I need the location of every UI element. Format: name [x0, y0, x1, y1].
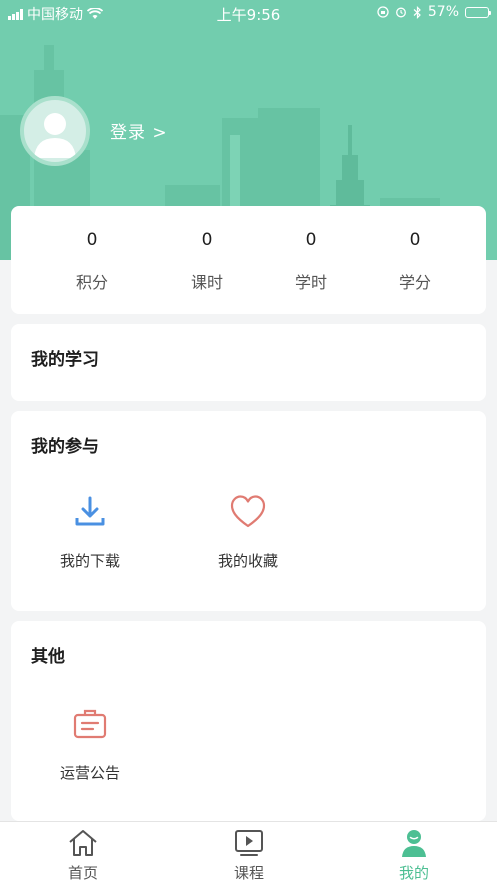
- stat-label: 学时: [294, 273, 327, 292]
- section-title-my-participation: 我的参与: [31, 437, 99, 457]
- stat-value: 0: [86, 230, 98, 250]
- bottom-tab-bar: 首页 课程 我的: [0, 821, 497, 883]
- stats-card: 0 积分 0 课时 0 学时 0 学分: [11, 206, 486, 314]
- avatar[interactable]: [20, 96, 90, 166]
- tab-courses[interactable]: 课程: [166, 822, 332, 883]
- my-downloads-button[interactable]: 我的下载: [30, 494, 150, 574]
- tile-label: 运营公告: [59, 764, 120, 782]
- tab-label: 课程: [233, 864, 264, 882]
- announcement-icon: [73, 709, 107, 739]
- battery-icon: [465, 6, 491, 18]
- orientation-lock-icon: [377, 6, 389, 18]
- stat-value: 0: [409, 230, 421, 250]
- my-favorites-button[interactable]: 我的收藏: [188, 494, 308, 574]
- my-study-card[interactable]: 我的学习: [11, 324, 486, 401]
- stat-label: 积分: [75, 273, 108, 292]
- section-title-other: 其他: [31, 647, 65, 667]
- stat-label: 学分: [398, 273, 431, 292]
- heart-icon: [230, 495, 266, 528]
- other-card: 其他 运营公告: [11, 621, 486, 821]
- tab-label: 首页: [67, 864, 98, 882]
- home-icon: [69, 830, 97, 856]
- alarm-icon: [395, 7, 406, 18]
- download-icon: [75, 496, 105, 526]
- login-link[interactable]: 登录 >: [110, 118, 168, 143]
- bluetooth-icon: [413, 5, 421, 19]
- tile-label: 我的下载: [59, 552, 120, 570]
- stat-value: 0: [305, 230, 317, 250]
- profile-icon: [402, 830, 426, 857]
- course-video-icon: [235, 830, 263, 856]
- status-bar: 中国移动 上午9:56 57%: [0, 0, 497, 26]
- announcements-button[interactable]: 运营公告: [30, 706, 150, 786]
- tile-label: 我的收藏: [217, 552, 278, 570]
- stat-label: 课时: [190, 273, 223, 292]
- tab-label: 我的: [398, 864, 429, 882]
- stat-value: 0: [201, 230, 213, 250]
- my-participation-card: 我的参与 我的下载 我的收藏: [11, 411, 486, 611]
- section-title-my-study: 我的学习: [31, 350, 99, 370]
- default-avatar-icon: [34, 113, 76, 158]
- tab-home[interactable]: 首页: [0, 822, 166, 883]
- tab-mine[interactable]: 我的: [331, 822, 497, 883]
- battery-percent: 57%: [427, 4, 459, 20]
